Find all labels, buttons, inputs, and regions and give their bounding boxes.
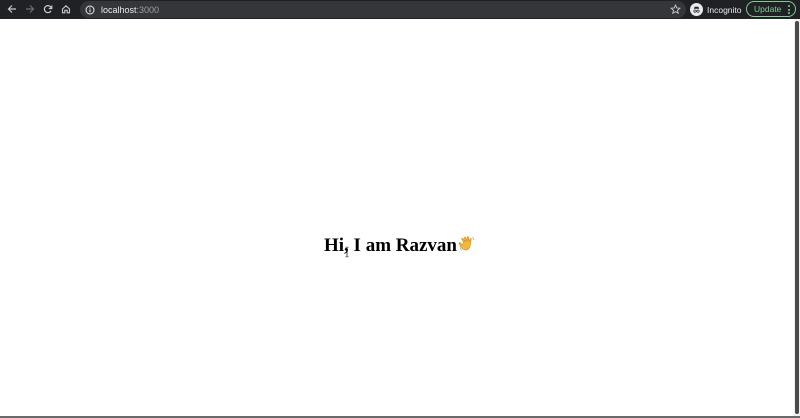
update-button[interactable]: Update [746,1,796,17]
star-icon[interactable] [669,3,682,16]
incognito-icon [690,3,703,16]
scrollbar-thumb[interactable] [795,21,799,414]
mouse-cursor-icon [345,246,349,258]
url-port: :3000 [136,4,160,15]
home-icon [61,5,71,14]
forward-arrow-icon [26,5,35,13]
address-bar[interactable]: localhost:3000 [80,1,686,18]
waving-hand-icon [458,235,476,253]
incognito-label: Incognito [707,4,742,15]
vertical-scrollbar[interactable] [794,19,800,418]
forward-button[interactable] [21,0,39,18]
incognito-profile-button[interactable]: Incognito [690,2,742,17]
kebab-menu-icon[interactable] [787,5,790,14]
reload-button[interactable] [39,0,57,18]
greeting-heading: Hi, I am Razvan [0,234,800,258]
back-arrow-icon [7,5,16,13]
info-icon[interactable] [84,4,96,16]
url-host: localhost [101,4,137,15]
reload-icon [43,5,53,14]
browser-toolbar: localhost:3000 Incognito Update [0,0,800,19]
back-button[interactable] [3,0,21,18]
page-viewport [0,19,794,416]
home-button[interactable] [57,0,75,18]
update-label: Update [754,4,782,14]
